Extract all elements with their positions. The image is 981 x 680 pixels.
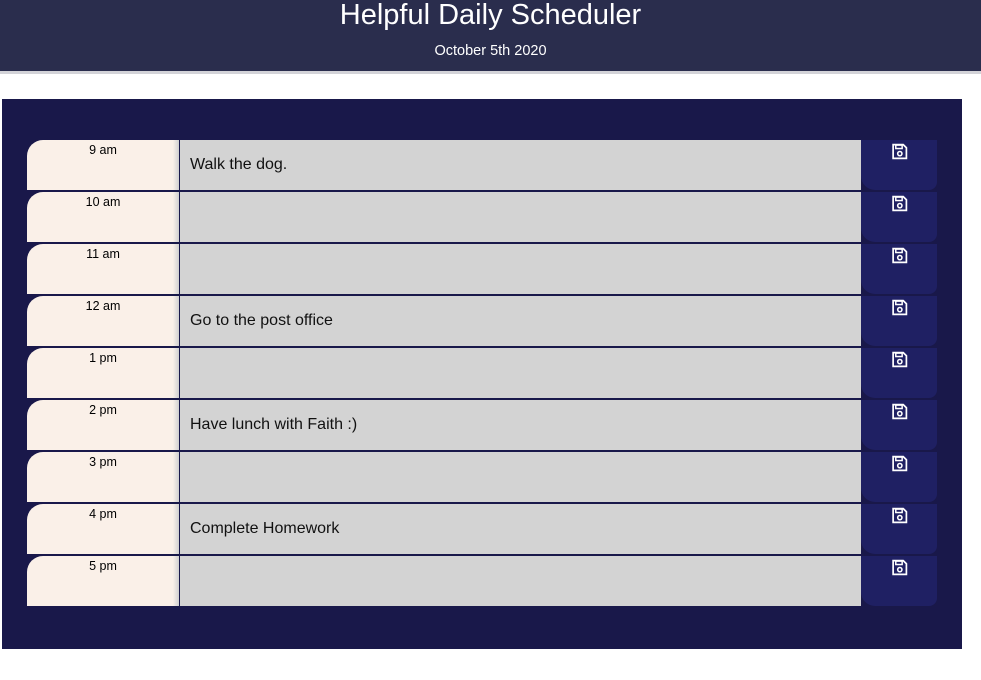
hour-label: 3 pm xyxy=(27,452,179,502)
task-field[interactable] xyxy=(179,244,861,294)
save-button[interactable] xyxy=(861,296,937,346)
page-title: Helpful Daily Scheduler xyxy=(339,0,642,31)
save-button[interactable] xyxy=(861,192,937,242)
task-field[interactable]: Walk the dog. xyxy=(179,140,861,190)
save-button[interactable] xyxy=(861,140,937,190)
task-field[interactable] xyxy=(179,556,861,606)
hour-label: 1 pm xyxy=(27,348,179,398)
app-header: Helpful Daily Scheduler October 5th 2020 xyxy=(0,0,981,74)
hour-label: 2 pm xyxy=(27,400,179,450)
time-block-row: 1 pm xyxy=(27,348,937,400)
task-field[interactable] xyxy=(179,192,861,242)
task-field[interactable]: Have lunch with Faith :) xyxy=(179,400,861,450)
time-block-row: 4 pm Complete Homework xyxy=(27,504,937,556)
time-block-row: 3 pm xyxy=(27,452,937,504)
task-field[interactable]: Complete Homework xyxy=(179,504,861,554)
time-block-row: 10 am xyxy=(27,192,937,244)
save-button[interactable] xyxy=(861,504,937,554)
scheduler-panel: 9 am Walk the dog. 10 am 11 am 12 am Go … xyxy=(2,99,962,649)
hour-label: 4 pm xyxy=(27,504,179,554)
time-block-row: 9 am Walk the dog. xyxy=(27,140,937,192)
task-field[interactable] xyxy=(179,348,861,398)
time-block-list: 9 am Walk the dog. 10 am 11 am 12 am Go … xyxy=(27,140,937,608)
task-field[interactable]: Go to the post office xyxy=(179,296,861,346)
save-button[interactable] xyxy=(861,400,937,450)
hour-label: 11 am xyxy=(27,244,179,294)
save-button[interactable] xyxy=(861,556,937,606)
hour-label: 12 am xyxy=(27,296,179,346)
time-block-row: 11 am xyxy=(27,244,937,296)
time-block-row: 12 am Go to the post office xyxy=(27,296,937,348)
time-block-row: 2 pm Have lunch with Faith :) xyxy=(27,400,937,452)
hour-label: 10 am xyxy=(27,192,179,242)
save-button[interactable] xyxy=(861,452,937,502)
time-block-row: 5 pm xyxy=(27,556,937,608)
hour-label: 5 pm xyxy=(27,556,179,606)
task-field[interactable] xyxy=(179,452,861,502)
hour-label: 9 am xyxy=(27,140,179,190)
current-date: October 5th 2020 xyxy=(434,43,547,59)
save-button[interactable] xyxy=(861,244,937,294)
save-button[interactable] xyxy=(861,348,937,398)
